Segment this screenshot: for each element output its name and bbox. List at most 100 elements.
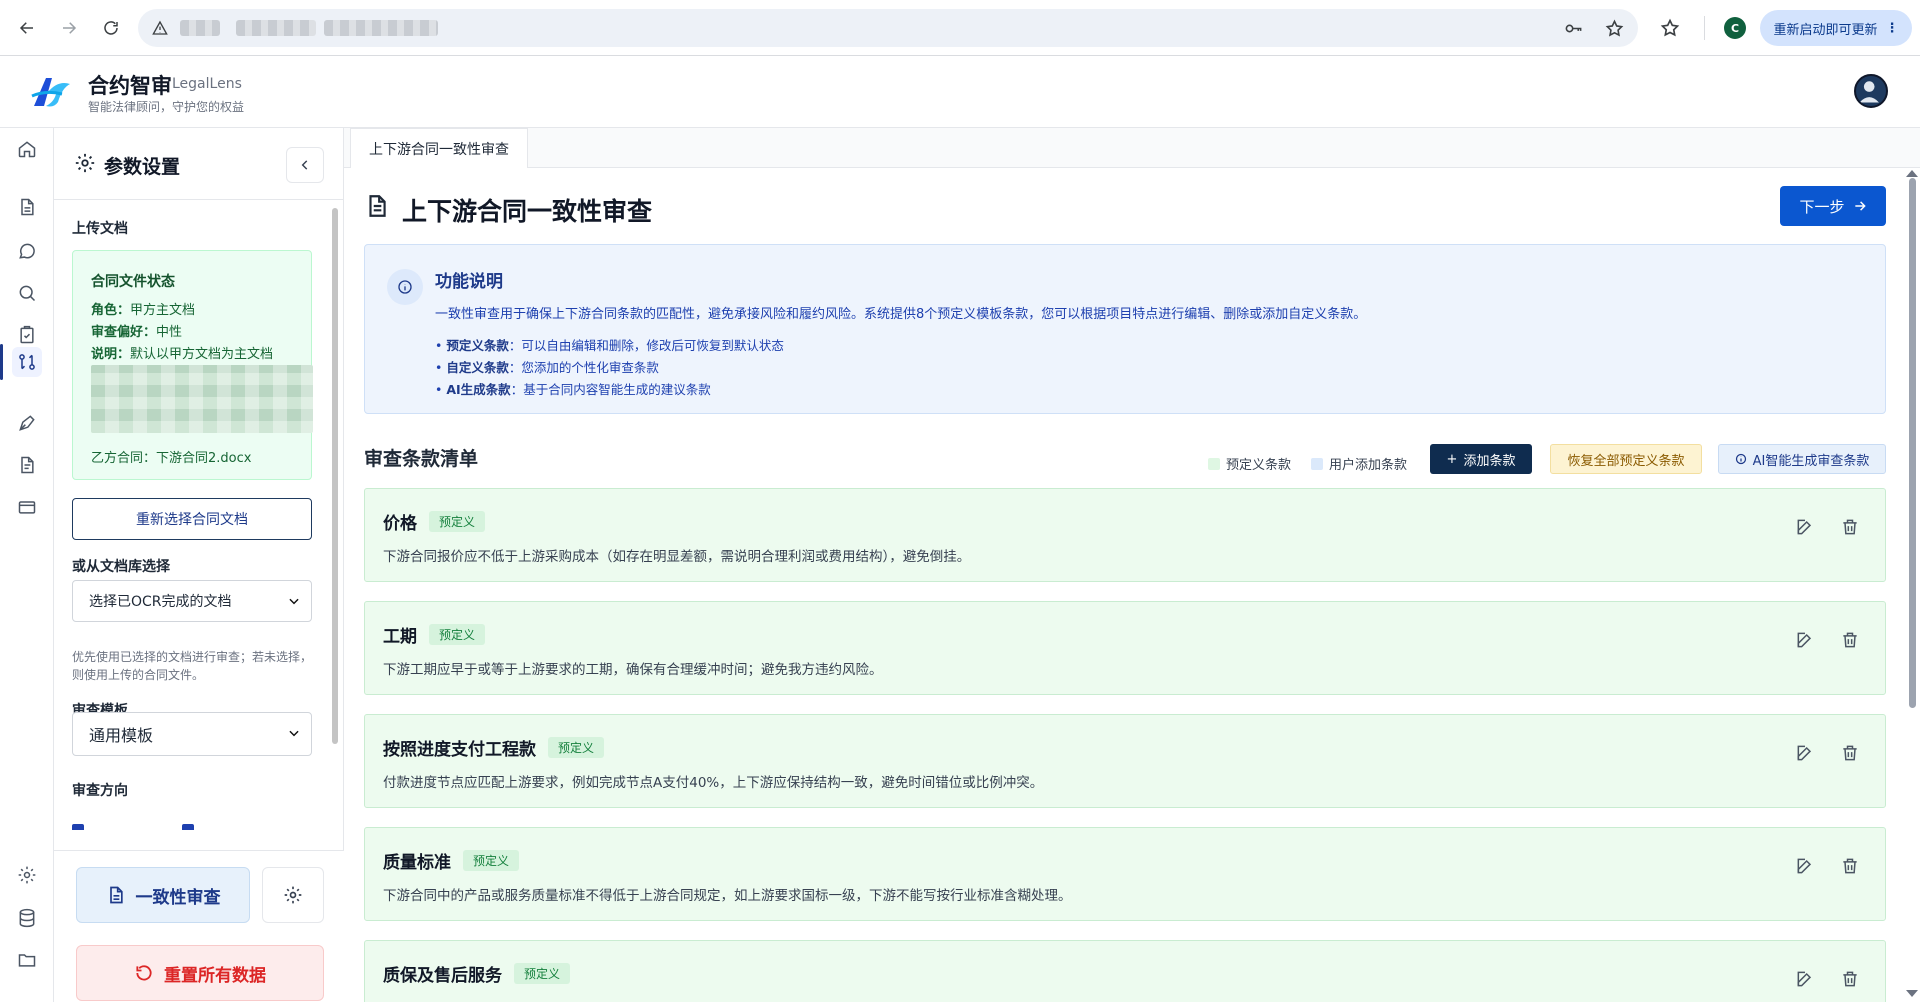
direction-checkbox[interactable]: [72, 824, 84, 830]
edit-icon[interactable]: [1795, 743, 1815, 763]
main-content[interactable]: 上下游合同一致性审查 下一步 功能说明 一致性审查用于确保上下游合同条款的匹配性…: [344, 168, 1906, 1002]
more-vert-icon[interactable]: ⋮: [1886, 21, 1899, 36]
clipboard-check-icon[interactable]: [12, 320, 42, 350]
info-bullet: • 自定义条款：您添加的个性化审查条款: [435, 360, 659, 375]
panel-footer: 一致性审查 重置所有数据: [54, 850, 344, 1002]
trash-icon[interactable]: [1840, 856, 1860, 876]
clause-tag: 预定义: [429, 511, 486, 532]
edit-icon[interactable]: [1795, 630, 1815, 650]
collapse-panel-button[interactable]: [286, 147, 324, 183]
panel-scroll-area[interactable]: 上传文档 合同文件状态 角色：甲方主文档 审查偏好：中性 说明：默认以甲方文档为…: [54, 200, 344, 900]
tab-bar: 上下游合同一致性审查: [344, 128, 1920, 168]
clause-tag: 预定义: [548, 737, 605, 758]
warning-icon[interactable]: [152, 20, 168, 36]
reload-icon[interactable]: [96, 13, 126, 43]
trash-icon[interactable]: [1840, 969, 1860, 989]
app-header: 合约智审 LegalLens 智能法律顾问，守护您的权益: [0, 56, 1920, 128]
toolbar-divider: [1704, 16, 1705, 40]
document-icon[interactable]: [12, 192, 42, 222]
password-key-icon[interactable]: [1564, 19, 1583, 38]
clause-card[interactable]: 价格 预定义 下游合同报价应不低于上游采购成本（如存在明显差额，需说明合理利润或费用…: [364, 488, 1886, 582]
chat-icon[interactable]: [12, 236, 42, 266]
clause-description: 下游合同中的产品或服务质量标准不得低于上游合同规定，如上游要求国标一级，下游不能…: [383, 888, 1072, 904]
panel-scrollbar[interactable]: [332, 208, 338, 744]
add-clause-button[interactable]: + 添加条款: [1430, 444, 1532, 474]
chevron-down-icon: [289, 598, 299, 605]
clause-tag: 预定义: [514, 963, 571, 984]
trash-icon[interactable]: [1840, 630, 1860, 650]
clause-card[interactable]: 质保及售后服务 预定义: [364, 940, 1886, 1002]
legend-swatch: [1208, 457, 1220, 470]
rail-active-indicator: [0, 344, 3, 380]
direction-checkbox[interactable]: [182, 824, 194, 830]
info-icon: [1735, 453, 1746, 465]
legend-user-added: 用户添加条款: [1311, 454, 1407, 473]
clause-description: 付款进度节点应匹配上游要求，例如完成节点A支付40%，上下游应保持结构一致，避免…: [383, 775, 1044, 791]
icon-rail: [0, 128, 54, 1002]
library-hint: 优先使用已选择的文档进行审查；若未选择，则使用上传的合同文件。: [72, 650, 313, 682]
user-avatar[interactable]: [1854, 74, 1888, 108]
database-icon[interactable]: [12, 903, 42, 933]
edit-icon[interactable]: [1795, 856, 1815, 876]
trash-icon[interactable]: [1840, 743, 1860, 763]
brand-name-en: LegalLens: [172, 76, 242, 92]
home-icon[interactable]: [12, 134, 42, 164]
chevron-left-icon: [301, 160, 308, 170]
address-bar[interactable]: [138, 9, 1638, 47]
compare-icon[interactable]: [12, 347, 42, 377]
clause-name: 按照进度支付工程款: [383, 740, 536, 760]
template-select[interactable]: 通用模板: [72, 712, 312, 756]
clause-card[interactable]: 工期 预定义 下游工期应早于或等于上游要求的工期，确保有合理缓冲时间；避免我方违约风…: [364, 601, 1886, 695]
search-icon[interactable]: [12, 278, 42, 308]
clause-tag: 预定义: [429, 624, 486, 645]
brand-logo: [31, 78, 70, 107]
edit-icon[interactable]: [1795, 969, 1815, 989]
ai-generate-label: AI智能生成审查条款: [1752, 453, 1870, 469]
arrow-right-icon: [1854, 201, 1866, 211]
forward-icon[interactable]: [54, 13, 84, 43]
next-step-label: 下一步: [1799, 197, 1845, 216]
main-scrollbar[interactable]: [1909, 178, 1916, 708]
legend-predefined: 预定义条款: [1208, 454, 1291, 473]
clause-description: 下游合同报价应不低于上游采购成本（如存在明显差额，需说明合理利润或费用结构），避…: [383, 549, 971, 565]
consistency-review-button[interactable]: 一致性审查: [76, 867, 250, 923]
clause-description: 下游工期应早于或等于上游要求的工期，确保有合理缓冲时间；避免我方违约风险。: [383, 662, 883, 678]
clause-name: 质保及售后服务: [383, 966, 502, 986]
bookmarks-icon[interactable]: [1660, 18, 1680, 38]
review-settings-button[interactable]: [262, 867, 324, 923]
next-step-button[interactable]: 下一步: [1780, 186, 1886, 226]
clause-card[interactable]: 质量标准 预定义 下游合同中的产品或服务质量标准不得低于上游合同规定，如上游要求国标…: [364, 827, 1886, 921]
edit-icon[interactable]: [1795, 517, 1815, 537]
library-select-value: 选择已OCR完成的文档: [89, 594, 232, 610]
library-select[interactable]: 选择已OCR完成的文档: [72, 580, 312, 622]
url-redacted: [324, 20, 438, 36]
ai-generate-button[interactable]: AI智能生成审查条款: [1718, 444, 1886, 474]
gear-icon: [284, 886, 302, 904]
scroll-up-arrow[interactable]: [1906, 170, 1918, 177]
restore-predefined-button[interactable]: 恢复全部预定义条款: [1550, 444, 1702, 474]
panel-header: 参数设置: [54, 128, 344, 200]
file-text-icon[interactable]: [12, 450, 42, 480]
settings-icon[interactable]: [12, 860, 42, 890]
update-button[interactable]: 重新启动即可更新 ⋮: [1760, 10, 1912, 46]
url-redacted: [236, 20, 316, 36]
back-icon[interactable]: [12, 13, 42, 43]
card-icon[interactable]: [12, 492, 42, 522]
consistency-review-label: 一致性审查: [135, 887, 221, 908]
tab-consistency-review[interactable]: 上下游合同一致性审查: [350, 128, 528, 168]
update-label: 重新启动即可更新: [1773, 22, 1878, 38]
panel-title: 参数设置: [104, 156, 181, 178]
clause-card[interactable]: 按照进度支付工程款 预定义付款进度节点应匹配上游要求，例如完成节点A支付40%，上…: [364, 714, 1886, 808]
folder-icon[interactable]: [12, 945, 42, 975]
bookmark-star-icon[interactable]: [1605, 19, 1624, 38]
reset-all-button[interactable]: 重置所有数据: [76, 945, 324, 1001]
clause-name: 质量标准: [383, 853, 451, 873]
profile-avatar[interactable]: C: [1724, 17, 1746, 39]
scroll-down-arrow[interactable]: [1906, 990, 1918, 997]
status-note: 说明：默认以甲方文档为主文档: [91, 347, 274, 362]
reselect-contract-button[interactable]: 重新选择合同文档: [72, 498, 312, 540]
trash-icon[interactable]: [1840, 517, 1860, 537]
gear-icon: [75, 153, 95, 173]
pen-icon[interactable]: [12, 408, 42, 438]
chevron-down-icon: [289, 730, 299, 737]
